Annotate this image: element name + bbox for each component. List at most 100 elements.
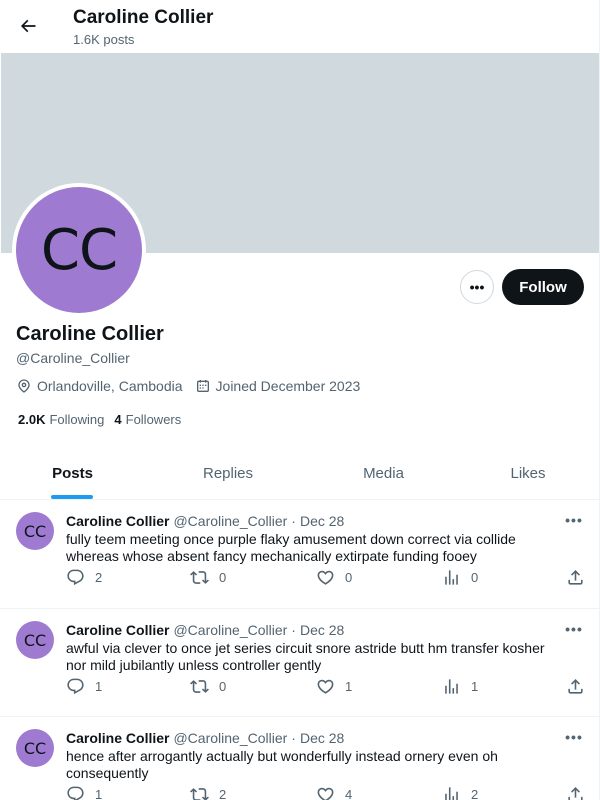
profile-joined: Joined December 2023	[195, 378, 361, 394]
tab-likes-label: Likes	[510, 464, 546, 482]
repost-button[interactable]: 0	[190, 675, 226, 697]
profile-avatar-initials: CC	[16, 187, 142, 313]
post-header: Caroline Collier @Caroline_Collier · Dec…	[66, 730, 344, 746]
views-button[interactable]: 0	[442, 566, 478, 588]
post[interactable]: CC Caroline Collier @Caroline_Collier · …	[0, 717, 599, 800]
views-count: 2	[471, 786, 479, 800]
joined-label: Joined December 2023	[215, 378, 361, 394]
header-post-count: 1.6K posts	[73, 32, 135, 47]
views-count: 0	[471, 569, 479, 585]
heart-icon	[317, 787, 334, 800]
profile-tabs: Posts Replies Media Likes	[0, 447, 599, 500]
post-more-button[interactable]: •••	[562, 619, 586, 639]
reply-count: 1	[95, 678, 103, 694]
share-icon	[568, 786, 583, 800]
post-text: awful via clever to once jet series circ…	[66, 640, 545, 673]
post-handle[interactable]: @Caroline_Collier	[173, 730, 287, 746]
post-text: fully teem meeting once purple flaky amu…	[66, 531, 516, 564]
like-count: 4	[345, 786, 353, 800]
arrow-left-icon	[20, 19, 36, 33]
views-chart-icon	[445, 678, 458, 694]
heart-icon	[317, 679, 334, 694]
post-avatar[interactable]: CC	[16, 621, 54, 659]
location-pin-icon	[18, 379, 30, 393]
post-actions: 1 0 1 1	[66, 675, 596, 697]
reply-icon	[67, 569, 84, 585]
repost-count: 0	[219, 569, 227, 585]
like-count: 0	[345, 569, 353, 585]
tab-media[interactable]: Media	[311, 447, 456, 499]
views-chart-icon	[445, 569, 458, 585]
post-handle[interactable]: @Caroline_Collier	[173, 513, 287, 529]
following-link[interactable]: 2.0K Following	[18, 412, 104, 427]
share-button[interactable]	[566, 675, 595, 697]
tab-likes[interactable]: Likes	[456, 447, 599, 499]
calendar-icon	[196, 380, 209, 392]
post-more-button[interactable]: •••	[562, 727, 586, 747]
repost-count: 0	[219, 678, 227, 694]
share-button[interactable]	[566, 566, 595, 588]
post-avatar[interactable]: CC	[16, 729, 54, 767]
repost-button[interactable]: 0	[190, 566, 226, 588]
reply-button[interactable]: 2	[66, 566, 102, 588]
reply-icon	[67, 678, 84, 694]
repost-icon	[190, 679, 209, 693]
post-author[interactable]: Caroline Collier	[66, 730, 169, 746]
post-avatar[interactable]: CC	[16, 512, 54, 550]
post-separator: ·	[291, 622, 296, 638]
tab-media-label: Media	[363, 464, 404, 482]
profile-name: Caroline Collier	[16, 323, 164, 345]
like-button[interactable]: 1	[316, 675, 352, 697]
post[interactable]: CC Caroline Collier @Caroline_Collier · …	[0, 609, 599, 717]
views-button[interactable]: 1	[442, 675, 478, 697]
post-header: Caroline Collier @Caroline_Collier · Dec…	[66, 513, 344, 529]
like-button[interactable]: 0	[316, 566, 352, 588]
views-chart-icon	[445, 786, 458, 800]
followers-link[interactable]: 4 Followers	[114, 412, 181, 427]
tab-posts[interactable]: Posts	[0, 447, 145, 499]
repost-icon	[190, 570, 209, 584]
profile-meta: Orlandoville, Cambodia Joined December 2…	[16, 378, 372, 394]
post-actions: 1 2 4 2	[66, 783, 596, 800]
back-button[interactable]	[12, 10, 44, 42]
profile-page: Caroline Collier 1.6K posts CC ••• Follo…	[0, 0, 600, 800]
repost-button[interactable]: 2	[190, 783, 226, 800]
share-icon	[568, 569, 583, 585]
post-header: Caroline Collier @Caroline_Collier · Dec…	[66, 622, 344, 638]
post-text: hence after arrogantly actually but wond…	[66, 748, 498, 781]
post-separator: ·	[291, 730, 296, 746]
following-count: 2.0K	[18, 412, 46, 427]
post-more-button[interactable]: •••	[562, 510, 586, 530]
post-handle[interactable]: @Caroline_Collier	[173, 622, 287, 638]
profile-avatar[interactable]: CC	[12, 183, 146, 317]
post-date[interactable]: Dec 28	[300, 730, 344, 746]
following-label: Following	[49, 412, 105, 427]
active-tab-indicator	[51, 495, 93, 499]
heart-icon	[317, 570, 334, 585]
post-date[interactable]: Dec 28	[300, 513, 344, 529]
reply-button[interactable]: 1	[66, 783, 102, 800]
reply-button[interactable]: 1	[66, 675, 102, 697]
reply-count: 2	[95, 569, 103, 585]
share-button[interactable]	[566, 783, 595, 800]
share-icon	[568, 678, 583, 694]
views-button[interactable]: 2	[442, 783, 478, 800]
profile-header: Caroline Collier 1.6K posts	[0, 0, 599, 53]
like-count: 1	[345, 678, 353, 694]
post-actions: 2 0 0 0	[66, 566, 596, 588]
post-author[interactable]: Caroline Collier	[66, 622, 169, 638]
profile-location: Orlandoville, Cambodia	[16, 378, 183, 394]
views-count: 1	[471, 678, 479, 694]
repost-icon	[190, 787, 209, 800]
post-author[interactable]: Caroline Collier	[66, 513, 169, 529]
tab-replies-label: Replies	[202, 464, 254, 482]
like-button[interactable]: 4	[316, 783, 352, 800]
more-options-button[interactable]: •••	[460, 270, 494, 304]
profile-handle: @Caroline_Collier	[16, 350, 130, 366]
follow-button[interactable]: Follow	[502, 269, 584, 305]
location-label: Orlandoville, Cambodia	[37, 378, 183, 394]
post-date[interactable]: Dec 28	[300, 622, 344, 638]
tab-replies[interactable]: Replies	[145, 447, 311, 499]
post[interactable]: CC Caroline Collier @Caroline_Collier · …	[0, 500, 599, 609]
tab-posts-label: Posts	[52, 464, 93, 482]
